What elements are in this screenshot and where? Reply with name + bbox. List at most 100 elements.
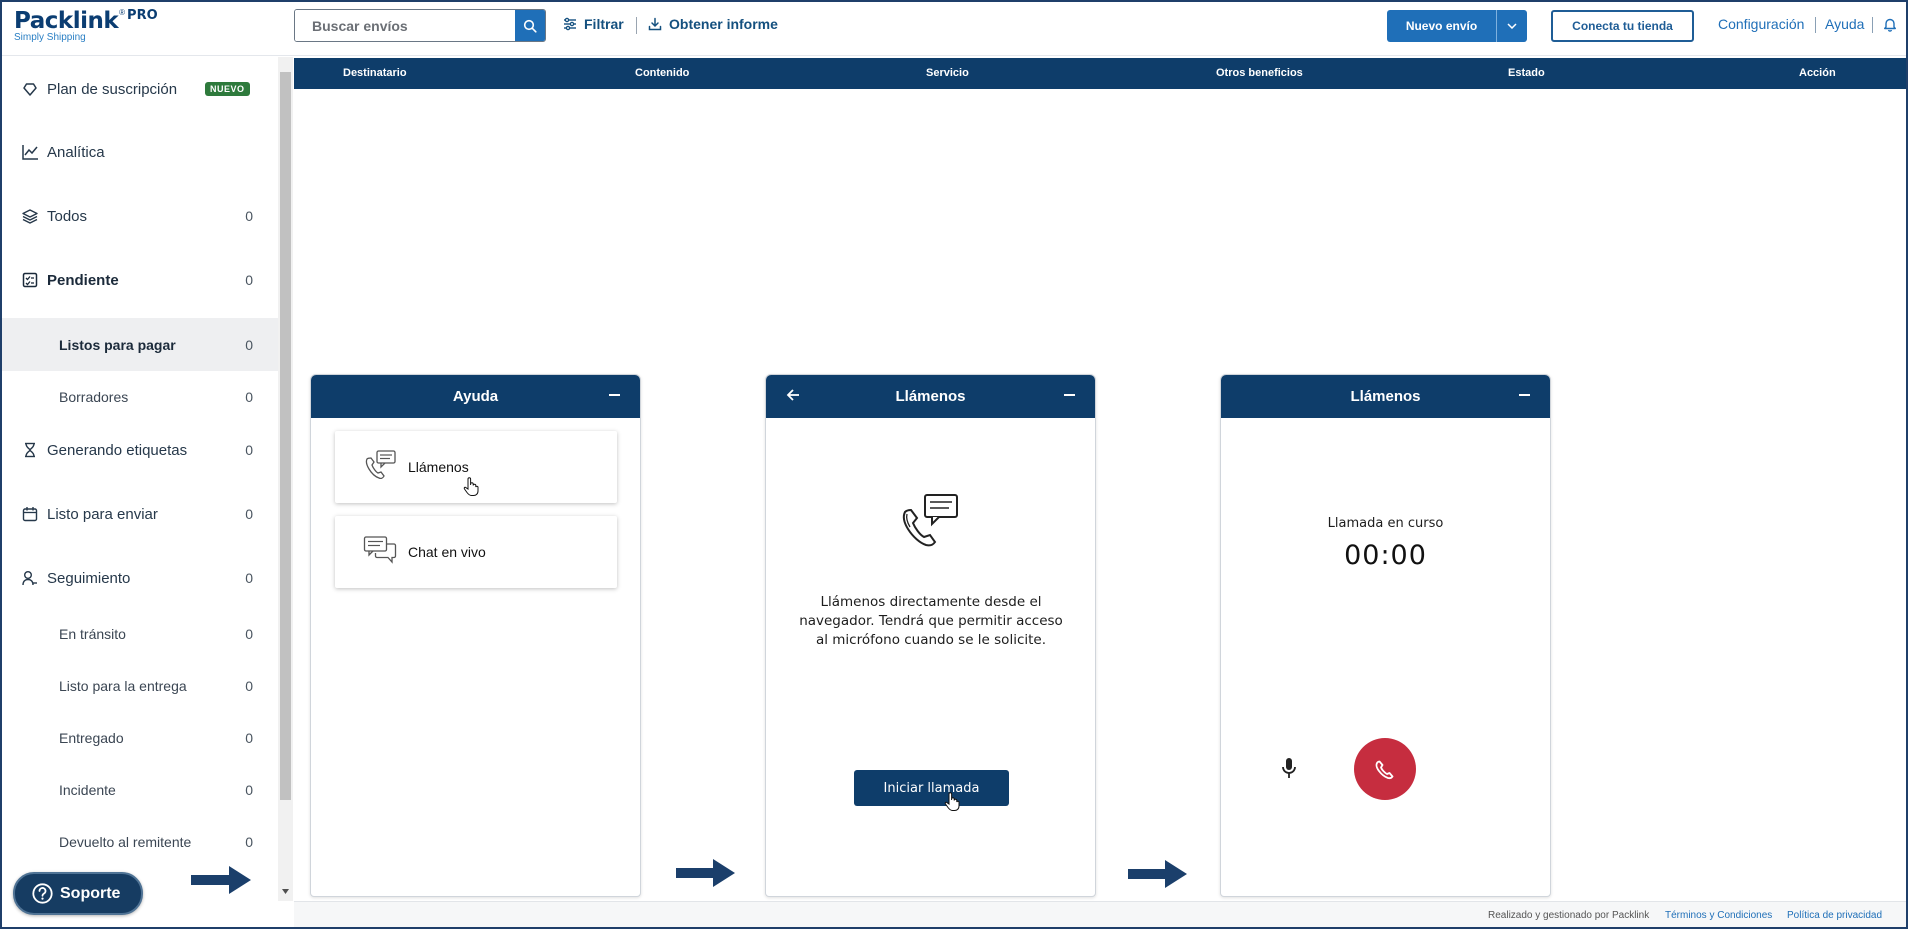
microphone-icon[interactable] — [1281, 757, 1297, 784]
column-header[interactable]: Contenido — [635, 67, 689, 79]
sidebar-item-drafts[interactable]: Borradores 0 — [2, 371, 278, 423]
sidebar-item-out-for-delivery[interactable]: Listo para la entrega 0 — [2, 660, 278, 712]
back-arrow-icon[interactable] — [786, 388, 800, 406]
support-button[interactable]: Soporte — [13, 872, 143, 915]
triangle-down-icon — [282, 889, 289, 894]
settings-link[interactable]: Configuración — [1718, 16, 1804, 32]
sidebar-item-tracking[interactable]: Seguimiento 0 — [2, 548, 278, 608]
sliders-icon — [563, 17, 577, 31]
calendar-icon — [21, 505, 39, 523]
sidebar-item-count: 0 — [245, 506, 253, 522]
sidebar-item-label: Listo para enviar — [47, 506, 158, 523]
diamond-icon — [21, 80, 39, 98]
phone-icon — [1373, 757, 1397, 781]
filter-button[interactable]: Filtrar — [563, 16, 624, 32]
sidebar-item-label: Todos — [47, 208, 87, 225]
sidebar-item-label: Pendiente — [47, 272, 119, 289]
report-button[interactable]: Obtener informe — [648, 16, 778, 32]
sidebar-item-label: Devuelto al remitente — [59, 834, 191, 850]
sidebar-item-label: Plan de suscripción — [47, 81, 177, 98]
sidebar-item-count: 0 — [245, 272, 253, 288]
search-button[interactable] — [515, 10, 545, 41]
call-us-option[interactable]: Llámenos — [335, 431, 617, 503]
arrow-right-icon — [1128, 859, 1188, 889]
sidebar-item-generating-labels[interactable]: Generando etiquetas 0 — [2, 420, 278, 480]
help-panel-title: Ayuda — [453, 388, 498, 405]
in-call-panel-title: Llámenos — [1350, 388, 1420, 405]
bell-icon — [1883, 17, 1897, 32]
call-us-description: Llámenos directamente desde el navegador… — [796, 593, 1066, 650]
column-header[interactable]: Estado — [1508, 67, 1545, 79]
hourglass-icon — [21, 441, 39, 459]
in-call-panel: Llámenos Llamada en curso 00:00 — [1220, 374, 1551, 897]
sidebar-item-label: Seguimiento — [47, 570, 130, 587]
search-input[interactable] — [295, 10, 515, 41]
sidebar-item-label: Entregado — [59, 730, 124, 746]
terms-link[interactable]: Términos y Condiciones — [1665, 910, 1772, 921]
sidebar-item-delivered[interactable]: Entregado 0 — [2, 712, 278, 764]
sidebar-item-ready-to-ship[interactable]: Listo para enviar 0 — [2, 484, 278, 544]
search-box — [294, 9, 546, 42]
sidebar-item-count: 0 — [245, 782, 253, 798]
column-header[interactable]: Destinatario — [343, 67, 407, 79]
call-status: Llamada en curso — [1221, 516, 1550, 531]
sidebar-item-in-transit[interactable]: En tránsito 0 — [2, 608, 278, 660]
logo-registered: ® — [119, 8, 125, 17]
support-label: Soporte — [60, 885, 120, 903]
help-link[interactable]: Ayuda — [1825, 16, 1864, 32]
sidebar-item-pending[interactable]: Pendiente 0 — [2, 250, 278, 310]
live-chat-option[interactable]: Chat en vivo — [335, 516, 617, 588]
help-circle-icon — [32, 883, 53, 904]
minimize-icon[interactable] — [609, 394, 620, 396]
sidebar-item-all[interactable]: Todos 0 — [2, 186, 278, 246]
chart-icon — [21, 143, 39, 161]
sidebar-item-incident[interactable]: Incidente 0 — [2, 764, 278, 816]
call-us-panel-header: Llámenos — [766, 375, 1095, 418]
sidebar-item-analytics[interactable]: Analítica — [2, 122, 278, 182]
in-call-panel-header: Llámenos — [1221, 375, 1550, 418]
minimize-icon[interactable] — [1519, 394, 1530, 396]
phone-chat-icon — [363, 449, 397, 486]
new-shipment-dropdown[interactable] — [1496, 10, 1527, 42]
column-header[interactable]: Otros beneficios — [1216, 67, 1303, 79]
new-shipment-split-button: Nuevo envío — [1387, 10, 1527, 42]
column-header[interactable]: Servicio — [926, 67, 969, 79]
logo-brand: Packlink — [14, 8, 118, 34]
column-header[interactable]: Acción — [1799, 67, 1836, 79]
start-call-button[interactable]: Iniciar llamada — [854, 770, 1009, 806]
sidebar-item-subscription[interactable]: Plan de suscripción NUEVO — [2, 59, 278, 119]
notifications-bell[interactable] — [1883, 17, 1897, 37]
sidebar-item-ready-to-pay[interactable]: Listos para pagar 0 — [2, 318, 278, 371]
sidebar-scrollbar-thumb[interactable] — [280, 72, 291, 800]
logo-pro: PRO — [127, 8, 158, 23]
packlink-logo[interactable]: Packlink®PRO Simply Shipping — [14, 8, 158, 43]
footer-managed-by: Realizado y gestionado por Packlink — [1488, 910, 1649, 921]
connect-store-button[interactable]: Conecta tu tienda — [1551, 10, 1694, 42]
header-divider — [636, 17, 637, 34]
sidebar-item-count: 0 — [245, 570, 253, 586]
hand-cursor-icon — [944, 791, 960, 816]
sidebar-item-label: Listo para la entrega — [59, 678, 187, 694]
arrow-right-icon — [191, 865, 252, 895]
sidebar-item-count: 0 — [245, 626, 253, 642]
sidebar-item-label: Incidente — [59, 782, 116, 798]
minimize-icon[interactable] — [1064, 394, 1075, 396]
privacy-link[interactable]: Política de privacidad — [1787, 910, 1882, 921]
call-us-panel-title: Llámenos — [895, 388, 965, 405]
sidebar-item-label: Borradores — [59, 389, 128, 405]
report-label: Obtener informe — [669, 16, 778, 32]
layers-icon — [21, 207, 39, 225]
sidebar-item-returned[interactable]: Devuelto al remitente 0 — [2, 816, 278, 868]
sidebar-item-label: Generando etiquetas — [47, 442, 187, 459]
scroll-down-button[interactable] — [280, 884, 291, 898]
search-icon — [523, 19, 537, 33]
download-icon — [648, 17, 662, 31]
sidebar-item-count: 0 — [245, 678, 253, 694]
new-badge: NUEVO — [205, 82, 250, 96]
sidebar-item-count: 0 — [245, 730, 253, 746]
hang-up-button[interactable] — [1354, 738, 1416, 800]
new-shipment-button[interactable]: Nuevo envío — [1387, 10, 1496, 42]
phone-chat-icon — [897, 492, 961, 555]
header-divider — [1872, 17, 1873, 33]
header-divider — [1815, 17, 1816, 33]
